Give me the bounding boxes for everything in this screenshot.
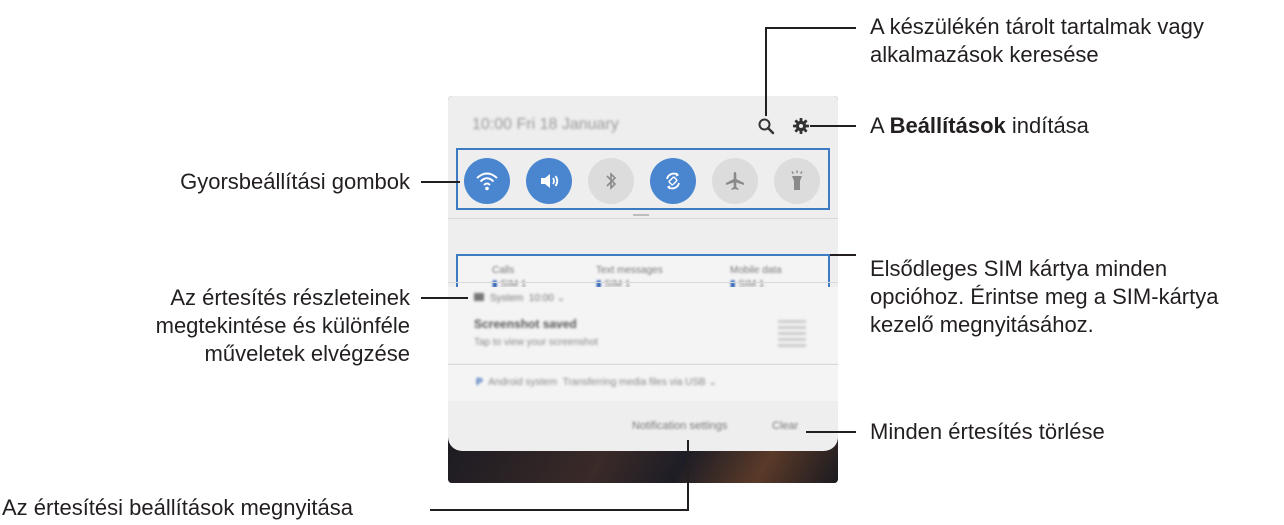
notification-panel-screenshot: 10:00 Fri 18 January Calls ▮ SIM 1 Text … [448,96,838,483]
search-icon[interactable] [754,114,778,138]
wifi-icon [476,172,498,191]
android-system-icon: P [476,377,483,388]
callout-line [430,509,689,511]
sim-messages-label: Text messages [596,265,663,276]
callout-settings: A Beállítások indítása [870,112,1089,140]
callout-line [810,125,856,127]
bluetooth-toggle[interactable] [588,158,634,204]
callout-line [830,254,856,256]
airplane-icon [726,172,744,190]
screenshot-thumbnail [778,317,806,347]
callout-line [765,27,856,29]
callout-notif-line2: megtekintése és különféle [155,313,410,338]
callout-clear-all: Minden értesítés törlése [870,419,1105,444]
notification-shade: 10:00 Fri 18 January Calls ▮ SIM 1 Text … [448,96,838,451]
callout-notif-line3: műveletek elvégzése [204,341,410,366]
chevron-down-icon[interactable]: ⌄ [709,377,717,388]
callout-line [421,181,460,183]
chevron-down-icon[interactable]: ⌄ [557,293,565,304]
callout-notification-settings: Az értesítési beállítások megnyitása [2,495,353,520]
notification-time: 10:00 [528,293,554,304]
callout-sim-line1: Elsődleges SIM kártya minden [870,256,1168,281]
flashlight-icon [791,170,803,190]
sound-toggle[interactable] [526,158,572,204]
callout-line [765,28,767,116]
notification-title: Screenshot saved [474,317,577,331]
image-icon [474,293,484,301]
auto-rotate-icon [666,172,680,190]
callout-search-line2: alkalmazások keresése [870,42,1099,67]
divider [448,282,838,283]
callout-search: A készülékén tárolt tartalmak vagy alkal… [870,13,1204,69]
bluetooth-icon [606,172,617,190]
notification-settings-button[interactable]: Notification settings [632,420,727,432]
notification-buttons: Notification settings Clear [448,406,838,446]
callout-notif-line1: Az értesítés részleteinek [170,285,410,310]
quick-settings-row [456,148,830,210]
notification-text: Transferring media files via USB [562,377,706,388]
notification-card[interactable]: System 10:00 ⌄ Screenshot saved Tap to v… [448,287,838,363]
sim-data-label: Mobile data [730,265,782,276]
callout-settings-suffix: indítása [1005,113,1089,138]
divider [448,218,838,219]
callout-line [806,431,856,433]
callout-quick-settings: Gyorsbeállítási gombok [180,169,410,194]
callout-settings-prefix: A [870,113,890,138]
callout-sim-line3: kezelő megnyitásához. [870,312,1094,337]
status-date: 10:00 Fri 18 January [472,116,619,133]
callout-search-line1: A készülékén tárolt tartalmak vagy [870,14,1204,39]
clear-button[interactable]: Clear [772,420,798,432]
callout-sim: Elsődleges SIM kártya minden opcióhoz. É… [870,255,1218,339]
callout-sim-line2: opcióhoz. Érintse meg a SIM-kártya [870,284,1219,309]
flashlight-toggle[interactable] [774,158,820,204]
auto-rotate-toggle[interactable] [650,158,696,204]
notification-app: Android system [488,377,558,388]
drag-handle[interactable] [633,214,649,216]
sim-calls-label: Calls [492,265,515,276]
callout-line [687,440,689,510]
callout-notification-details: Az értesítés részleteinek megtekintése é… [156,284,410,368]
notification-body: Tap to view your screenshot [474,337,598,348]
callout-line [421,297,468,299]
notification-card[interactable]: P Android system Transferring media file… [448,365,838,401]
airplane-mode-toggle[interactable] [712,158,758,204]
callout-settings-bold: Beállítások [889,113,1006,138]
sound-icon [541,174,559,188]
wifi-toggle[interactable] [464,158,510,204]
notification-app: System [490,293,524,304]
